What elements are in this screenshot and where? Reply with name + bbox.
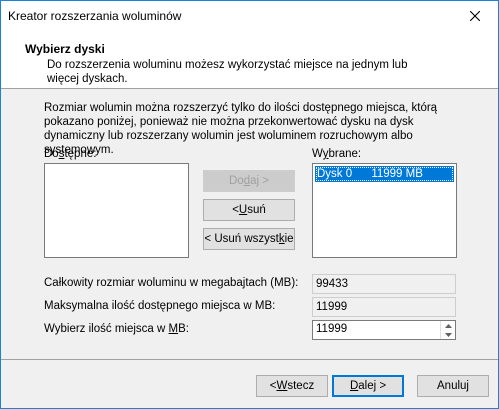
remove-button-text: < bbox=[232, 204, 239, 216]
list-item[interactable]: Dysk 0 11999 MB bbox=[315, 166, 454, 182]
extend-volume-wizard-window: Kreator rozszerzania woluminów Wybierz d… bbox=[0, 0, 499, 409]
available-label: Dostępne: bbox=[44, 148, 96, 160]
window-title: Kreator rozszerzania woluminów bbox=[8, 9, 182, 23]
add-button-text: Do bbox=[229, 175, 244, 187]
back-button-accel: W bbox=[276, 380, 288, 392]
select-amount-value[interactable]: 11999 bbox=[316, 323, 347, 335]
spin-arrows bbox=[440, 321, 455, 339]
remove-all-button-text-end: ie bbox=[284, 233, 294, 245]
next-button-text-end: alej > bbox=[358, 380, 387, 392]
selected-disks-list[interactable]: Dysk 0 11999 MB bbox=[312, 163, 457, 258]
list-item-disk: Dysk 0 bbox=[317, 168, 353, 180]
triangle-up-icon bbox=[444, 323, 452, 328]
available-label-text-end: tępne: bbox=[64, 148, 97, 160]
next-button-accel: D bbox=[349, 380, 359, 392]
selected-label-text-end: brane: bbox=[328, 148, 362, 160]
remove-button[interactable]: < Usuń bbox=[203, 199, 295, 221]
select-amount-label: Wybierz ilość miejsca w MB: bbox=[44, 323, 189, 335]
cancel-button[interactable]: Anuluj bbox=[417, 375, 489, 397]
max-available-field: 11999 bbox=[312, 297, 456, 317]
total-size-label: Całkowity rozmiar woluminu w megabajtach… bbox=[44, 277, 299, 289]
select-amount-label-text-end: B: bbox=[178, 323, 189, 335]
close-button[interactable] bbox=[452, 1, 498, 31]
triangle-down-icon bbox=[444, 332, 452, 337]
spin-up-button[interactable] bbox=[441, 321, 455, 330]
max-available-label: Maksymalna ilość dostępnego miejsca w MB… bbox=[44, 300, 276, 312]
back-button-text: < bbox=[269, 380, 277, 392]
info-text: Rozmiar wolumin można rozszerzyć tylko d… bbox=[44, 102, 438, 156]
selected-label: Wybrane: bbox=[312, 148, 361, 160]
back-button-text-end: stecz bbox=[287, 380, 315, 392]
selected-label-text: W bbox=[312, 148, 323, 160]
total-size-field: 99433 bbox=[312, 274, 456, 294]
add-button[interactable]: Do d aj > bbox=[203, 170, 295, 192]
title-bar[interactable]: Kreator rozszerzania woluminów bbox=[1, 1, 498, 31]
available-label-text: Do bbox=[44, 148, 59, 160]
select-amount-spinbox[interactable]: 11999 bbox=[312, 320, 456, 340]
select-amount-label-text: Wybierz ilość miejsca w bbox=[44, 323, 169, 335]
add-button-text-end: aj > bbox=[250, 175, 269, 187]
wizard-header: Wybierz dyski Do rozszerzenia woluminu m… bbox=[1, 31, 498, 89]
close-icon bbox=[470, 11, 480, 21]
remove-all-button-text: < Usuń wszyst bbox=[204, 233, 279, 245]
footer-separator bbox=[1, 359, 498, 360]
remove-button-text-end: suń bbox=[247, 204, 266, 216]
next-button[interactable]: Dalej > bbox=[332, 375, 404, 397]
back-button[interactable]: < Wstecz bbox=[256, 375, 328, 397]
available-disks-list[interactable] bbox=[44, 163, 189, 258]
spin-down-button[interactable] bbox=[441, 330, 455, 339]
page-title: Wybierz dyski bbox=[25, 42, 105, 56]
remove-button-accel: U bbox=[238, 204, 248, 216]
select-amount-label-accel: M bbox=[168, 323, 179, 335]
list-item-size: 11999 MB bbox=[371, 168, 423, 180]
remove-all-button[interactable]: < Usuń wszyst k ie bbox=[203, 228, 295, 250]
page-description: Do rozszerzenia woluminu możesz wykorzys… bbox=[47, 59, 408, 85]
